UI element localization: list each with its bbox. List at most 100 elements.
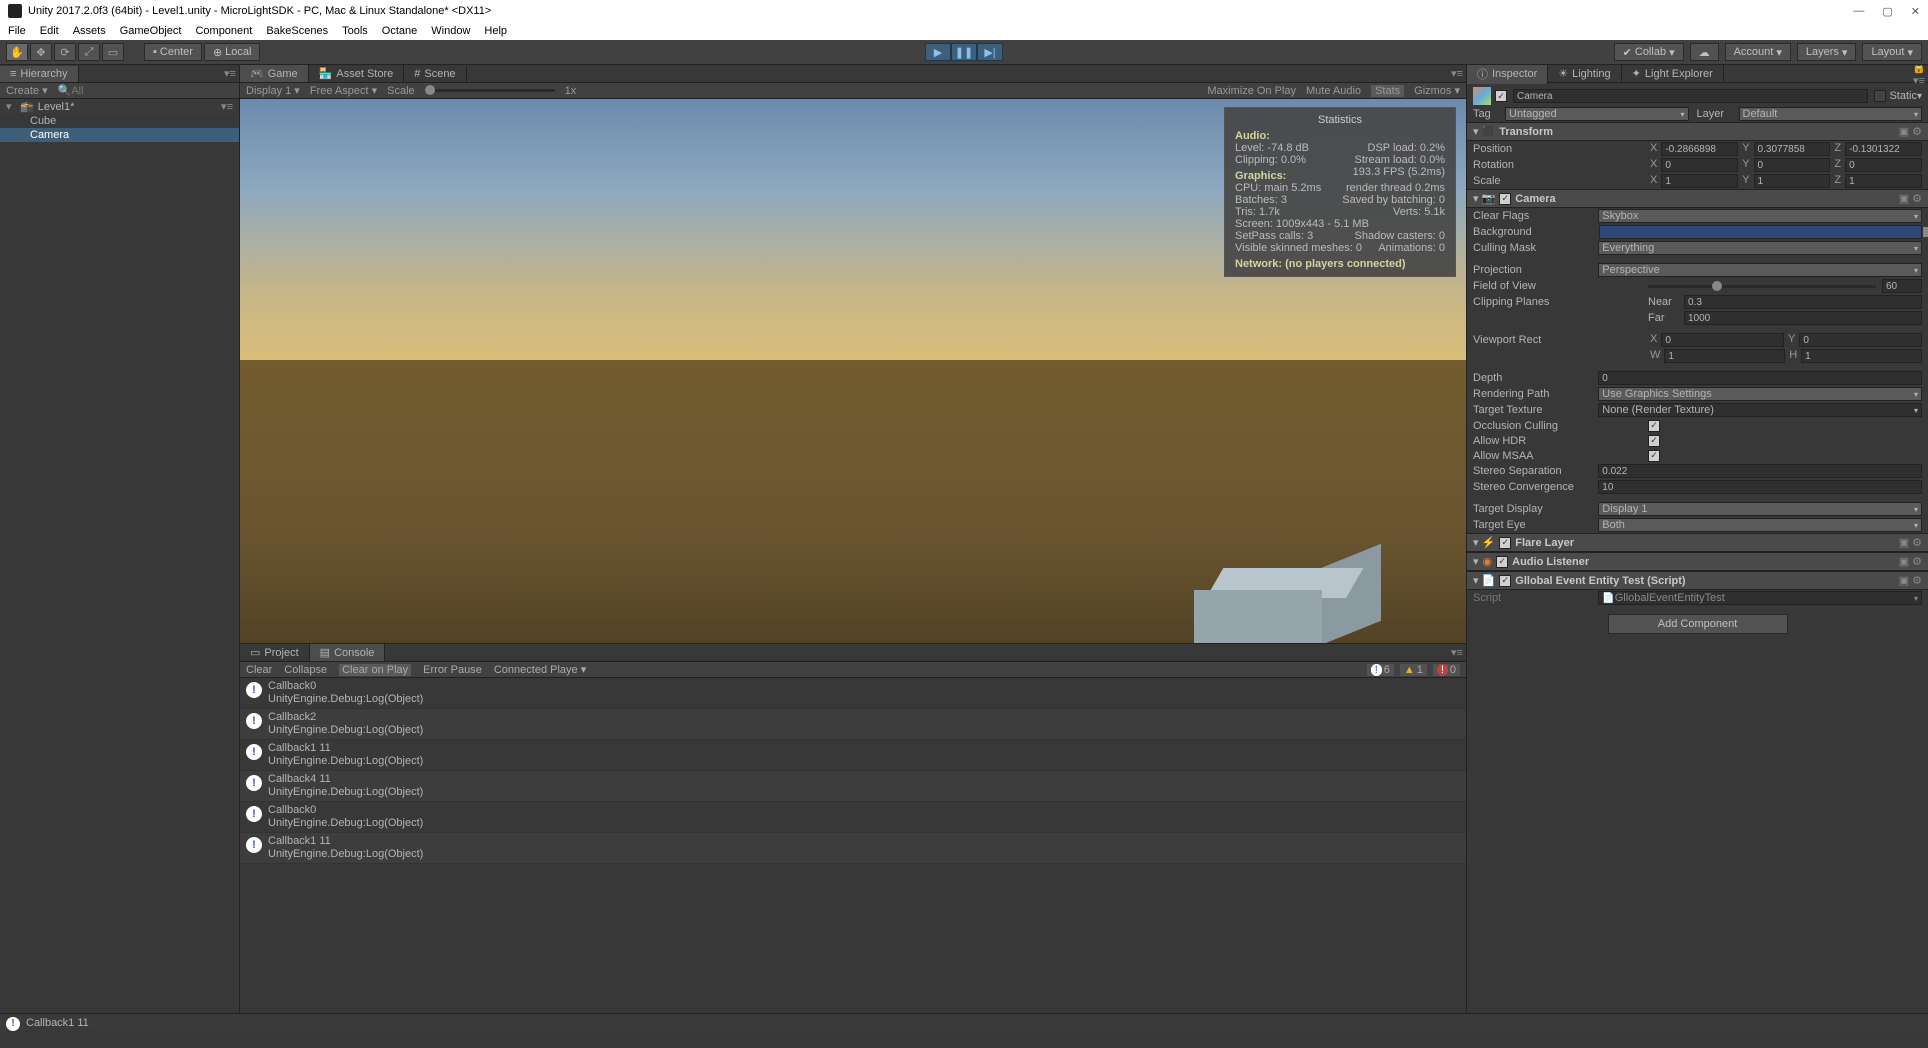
flare-layer-header[interactable]: ▾ ⚡ ✓ Flare Layer▣⚙ <box>1467 533 1928 552</box>
play-button[interactable]: ▶ <box>925 43 951 61</box>
info-count[interactable]: !6 <box>1367 664 1394 676</box>
menu-window[interactable]: Window <box>431 25 470 37</box>
transform-component-header[interactable]: ▾ ⬛ Transform▣⚙ <box>1467 122 1928 141</box>
pos-y-field[interactable] <box>1754 142 1831 156</box>
stereo-conv-field[interactable] <box>1598 480 1922 494</box>
clear-flags-dropdown[interactable]: Skybox <box>1598 209 1922 223</box>
hand-tool-icon[interactable]: ✋ <box>6 43 28 61</box>
pause-button[interactable]: ❚❚ <box>951 43 977 61</box>
gear-icon[interactable]: ⚙ <box>1912 574 1922 587</box>
stats-toggle[interactable]: Stats <box>1371 85 1404 97</box>
tab-inspector[interactable]: ⓘ Inspector <box>1467 65 1548 84</box>
target-display-dropdown[interactable]: Display 1 <box>1598 502 1922 516</box>
gizmos-toggle[interactable]: Gizmos ▾ <box>1414 84 1460 97</box>
menu-component[interactable]: Component <box>195 25 252 37</box>
menu-help[interactable]: Help <box>484 25 507 37</box>
layout-button[interactable]: Layout ▾ <box>1862 43 1922 61</box>
search-input[interactable]: 🔍All <box>58 84 233 97</box>
gear-icon[interactable]: ⚙ <box>1912 555 1922 568</box>
console-entry[interactable]: !Callback1 11UnityEngine.Debug:Log(Objec… <box>240 833 1466 864</box>
tab-scene[interactable]: # Scene <box>404 66 466 82</box>
vrect-w-field[interactable] <box>1664 349 1785 363</box>
menu-bakescenes[interactable]: BakeScenes <box>266 25 328 37</box>
hdr-checkbox[interactable]: ✓ <box>1648 435 1660 447</box>
vrect-x-field[interactable] <box>1661 333 1784 347</box>
scene-root[interactable]: ▾🕋 Level1*▾≡ <box>0 99 239 114</box>
add-component-button[interactable]: Add Component <box>1608 614 1788 634</box>
panel-options-icon[interactable]: ▾≡ <box>1448 646 1466 659</box>
scale-slider[interactable] <box>425 89 555 92</box>
scl-z-field[interactable] <box>1845 174 1922 188</box>
vrect-h-field[interactable] <box>1801 349 1922 363</box>
error-pause-toggle[interactable]: Error Pause <box>423 664 482 676</box>
tab-hierarchy[interactable]: ≡ Hierarchy <box>0 66 79 82</box>
stereo-sep-field[interactable] <box>1598 464 1922 478</box>
gear-icon[interactable]: ⚙ <box>1912 192 1922 205</box>
panel-options-icon[interactable]: ▾≡ <box>221 67 239 80</box>
target-eye-dropdown[interactable]: Both <box>1598 518 1922 532</box>
menu-gameobject[interactable]: GameObject <box>120 25 182 37</box>
console-entry[interactable]: !Callback0UnityEngine.Debug:Log(Object) <box>240 678 1466 709</box>
help-icon[interactable]: ▣ <box>1899 555 1909 568</box>
rect-tool-icon[interactable]: ▭ <box>102 43 124 61</box>
pos-x-field[interactable] <box>1661 142 1738 156</box>
gear-icon[interactable]: ⚙ <box>1912 536 1922 549</box>
projection-dropdown[interactable]: Perspective <box>1598 263 1922 277</box>
help-icon[interactable]: ▣ <box>1899 536 1909 549</box>
display-dropdown[interactable]: Display 1 ▾ <box>246 84 300 97</box>
cloud-icon[interactable]: ☁ <box>1690 43 1719 61</box>
account-button[interactable]: Account ▾ <box>1725 43 1791 61</box>
mute-toggle[interactable]: Mute Audio <box>1306 85 1361 97</box>
tab-lighting[interactable]: ☀ Lighting <box>1548 65 1621 82</box>
background-color-field[interactable] <box>1599 225 1922 239</box>
tab-game[interactable]: 🎮 Game <box>240 65 309 82</box>
tab-console[interactable]: ▤ Console <box>310 644 386 661</box>
menu-tools[interactable]: Tools <box>342 25 368 37</box>
scl-y-field[interactable] <box>1754 174 1831 188</box>
pos-z-field[interactable] <box>1845 142 1922 156</box>
scale-tool-icon[interactable]: ⤢ <box>78 43 100 61</box>
menu-edit[interactable]: Edit <box>40 25 59 37</box>
connected-player-dropdown[interactable]: Connected Playe ▾ <box>494 663 586 676</box>
layer-dropdown[interactable]: Default <box>1739 107 1923 121</box>
clear-button[interactable]: Clear <box>246 664 272 676</box>
collab-button[interactable]: ✔ Collab ▾ <box>1614 43 1684 61</box>
pivot-center-button[interactable]: ▪Center <box>144 43 202 61</box>
help-icon[interactable]: ▣ <box>1899 574 1909 587</box>
rendering-path-dropdown[interactable]: Use Graphics Settings <box>1598 387 1922 401</box>
rotate-tool-icon[interactable]: ⟳ <box>54 43 76 61</box>
far-field[interactable] <box>1684 311 1922 325</box>
panel-options-icon[interactable]: ▾≡ <box>1448 67 1466 80</box>
hierarchy-item-camera[interactable]: Camera <box>0 128 239 142</box>
clear-on-play-toggle[interactable]: Clear on Play <box>339 664 411 676</box>
step-button[interactable]: ▶| <box>977 43 1003 61</box>
aspect-dropdown[interactable]: Free Aspect ▾ <box>310 84 377 97</box>
scl-x-field[interactable] <box>1661 174 1738 188</box>
rot-z-field[interactable] <box>1845 158 1922 172</box>
close-icon[interactable]: ✕ <box>1911 5 1920 18</box>
vrect-y-field[interactable] <box>1799 333 1922 347</box>
pivot-local-button[interactable]: ⊕Local <box>204 43 261 61</box>
layers-button[interactable]: Layers ▾ <box>1797 43 1857 61</box>
msaa-checkbox[interactable]: ✓ <box>1648 450 1660 462</box>
rot-x-field[interactable] <box>1661 158 1738 172</box>
occlusion-checkbox[interactable]: ✓ <box>1648 420 1660 432</box>
console-entry[interactable]: !Callback1 11UnityEngine.Debug:Log(Objec… <box>240 740 1466 771</box>
camera-component-header[interactable]: ▾ 📷 ✓ Camera▣⚙ <box>1467 189 1928 208</box>
rot-y-field[interactable] <box>1754 158 1831 172</box>
tag-dropdown[interactable]: Untagged <box>1505 107 1689 121</box>
maximize-toggle[interactable]: Maximize On Play <box>1207 85 1296 97</box>
panel-options-icon[interactable]: 🔒 ▾≡ <box>1910 65 1928 87</box>
static-checkbox[interactable] <box>1874 90 1886 102</box>
menu-octane[interactable]: Octane <box>382 25 417 37</box>
collapse-toggle[interactable]: Collapse <box>284 664 327 676</box>
menu-assets[interactable]: Assets <box>73 25 106 37</box>
console-entry[interactable]: !Callback0UnityEngine.Debug:Log(Object) <box>240 802 1466 833</box>
audio-listener-checkbox[interactable]: ✓ <box>1496 556 1508 568</box>
console-entry[interactable]: !Callback2UnityEngine.Debug:Log(Object) <box>240 709 1466 740</box>
flare-enabled-checkbox[interactable]: ✓ <box>1499 537 1511 549</box>
err-count[interactable]: !0 <box>1433 664 1460 676</box>
tab-light-explorer[interactable]: ✦Light Explorer <box>1622 65 1724 82</box>
active-checkbox[interactable]: ✓ <box>1495 90 1507 102</box>
camera-enabled-checkbox[interactable]: ✓ <box>1499 193 1511 205</box>
